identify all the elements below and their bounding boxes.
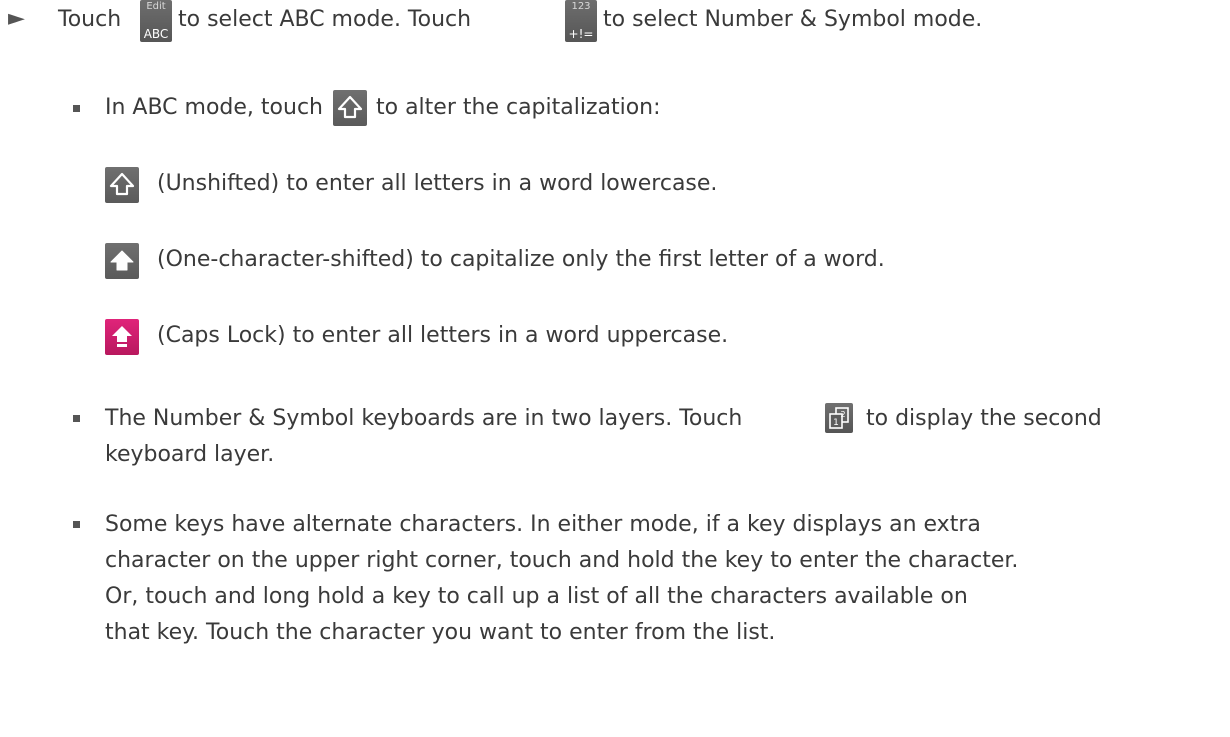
layers-text-before-wrap: The Number & Symbol keyboards are in two…: [105, 402, 742, 436]
shift-filled-icon: [110, 250, 134, 271]
caps-lock-key: [105, 319, 139, 355]
unshifted-description: (Unshifted) to enter all letters in a wo…: [157, 171, 718, 196]
abc-mode-text-after-wrap: to alter the capitalization:: [376, 91, 661, 125]
abc-mode-key[interactable]: Edit ABC: [140, 0, 172, 42]
abc-mode-before: In ABC mode, touch: [105, 95, 323, 120]
instruction-line-1: Touch: [58, 3, 121, 37]
shift-outline-icon: [337, 95, 363, 119]
svg-text:1: 1: [833, 418, 839, 428]
num-key-sup-label: 123: [571, 1, 591, 12]
one-shifted-description: (One-character-shifted) to capitalize on…: [157, 247, 885, 272]
abc-mode-after: to alter the capitalization:: [376, 95, 661, 120]
abc-key-main-label: ABC: [143, 27, 169, 41]
select-num-text-wrap: to select Number & Symbol mode.: [603, 3, 982, 37]
unshifted-text-wrap: (Unshifted) to enter all letters in a wo…: [157, 167, 717, 201]
layer-switch-key[interactable]: 1 2: [825, 403, 853, 433]
caps-lock-description: (Caps Lock) to enter all letters in a wo…: [157, 323, 729, 348]
right-pointer-arrow-icon: ►: [8, 6, 25, 31]
one-shifted-key: [105, 243, 139, 279]
layers-text-line2: keyboard layer.: [105, 438, 274, 472]
select-num-text: to select Number & Symbol mode.: [603, 7, 983, 32]
number-symbol-mode-key[interactable]: 123 +!=: [565, 0, 597, 42]
shift-key[interactable]: [333, 90, 367, 126]
caps-lock-icon: [112, 326, 132, 347]
num-key-main-label: +!=: [568, 27, 594, 41]
alternate-line3: Or, touch and long hold a key to call up…: [105, 584, 968, 609]
bullet-layers: [73, 415, 80, 422]
layers-before: The Number & Symbol keyboards are in two…: [105, 406, 743, 431]
one-shifted-text-wrap: (One-character-shifted) to capitalize on…: [157, 243, 885, 277]
caps-lock-text-wrap: (Caps Lock) to enter all letters in a wo…: [157, 319, 728, 353]
shift-outline-icon: [109, 172, 135, 196]
unshifted-key: [105, 167, 139, 203]
layer-switch-icon: 1 2: [829, 407, 849, 429]
alternate-text-line1: Some keys have alternate characters. In …: [105, 508, 981, 542]
layers-after: to display the second: [866, 406, 1102, 431]
alternate-line2: character on the upper right corner, tou…: [105, 548, 1019, 573]
svg-text:2: 2: [840, 410, 845, 419]
touch-text: Touch: [58, 7, 122, 32]
alternate-text-line3: Or, touch and long hold a key to call up…: [105, 580, 968, 614]
alternate-text-line4: that key. Touch the character you want t…: [105, 616, 775, 650]
bullet-abc-mode: [73, 105, 80, 112]
abc-key-sup-label: Edit: [146, 1, 166, 12]
abc-mode-text-before-wrap: In ABC mode, touch: [105, 91, 323, 125]
bullet-alternate: [73, 521, 80, 528]
select-abc-text: to select ABC mode. Touch: [178, 7, 472, 32]
select-abc-text-wrap: to select ABC mode. Touch: [178, 3, 471, 37]
layers-line2: keyboard layer.: [105, 442, 275, 467]
alternate-text-line2: character on the upper right corner, tou…: [105, 544, 1018, 578]
layers-text-after-wrap: to display the second: [866, 402, 1102, 436]
alternate-line1: Some keys have alternate characters. In …: [105, 512, 981, 537]
alternate-line4: that key. Touch the character you want t…: [105, 620, 776, 645]
